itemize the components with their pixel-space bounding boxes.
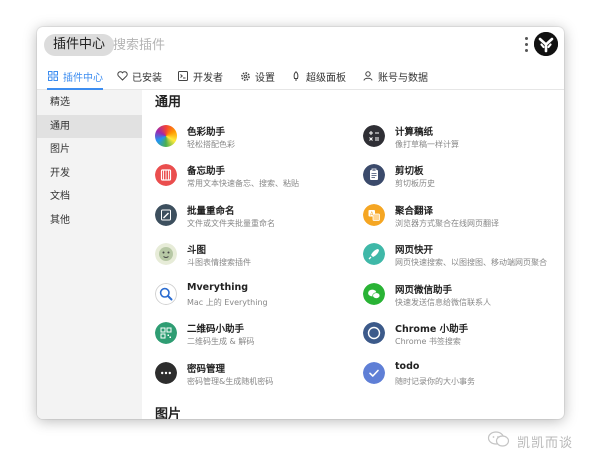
gear-icon: [239, 70, 251, 82]
tab-label: 账号与数据: [378, 72, 428, 84]
plugin-qrcode[interactable]: 二维码小助手 二维码生成 & 解码: [155, 321, 355, 353]
plugin-desc: 网页快速搜索、以图搜图、移动端网页聚合: [395, 258, 547, 267]
search-input[interactable]: [113, 34, 443, 56]
rocket-launch-icon: [363, 243, 385, 265]
tab-developer[interactable]: 开发者: [177, 63, 223, 89]
check-icon: [363, 362, 385, 384]
plugin-desc: 随时记录你的大小事务: [395, 377, 475, 386]
watermark-text: 凯凯而谈: [517, 435, 574, 451]
plugin-title: 批量重命名: [187, 206, 235, 217]
sidebar-item-documents[interactable]: 文档: [37, 185, 142, 209]
plugin-clipboard[interactable]: 剪切板 剪切板历史: [363, 163, 563, 195]
tab-label: 插件中心: [63, 72, 103, 84]
plugin-desc: Chrome 书签搜索: [395, 337, 461, 346]
plugin-title: Chrome 小助手: [395, 324, 469, 335]
plugin-desc: 密码管理&生成随机密码: [187, 377, 274, 386]
tab-super-panel[interactable]: 超级面板: [290, 63, 346, 89]
plugin-password[interactable]: 密码管理 密码管理&生成随机密码: [155, 361, 355, 393]
tab-account[interactable]: 账号与数据: [362, 63, 428, 89]
calculator-icon: [363, 125, 385, 147]
plugin-title: 聚合翻译: [395, 206, 434, 217]
watermark: 凯凯而谈: [487, 430, 587, 452]
more-vertical-icon[interactable]: [525, 37, 529, 53]
plugin-desc: 斗图表情搜索插件: [187, 258, 251, 267]
tab-label: 开发者: [193, 72, 223, 84]
qrcode-icon: [155, 322, 177, 344]
app-window: 插件中心 插件中心 已安装: [37, 27, 564, 419]
plugin-batch-rename[interactable]: 批量重命名 文件或文件夹批量重命名: [155, 203, 355, 235]
heart-icon: [116, 70, 128, 82]
plugin-list: 通用 色彩助手 轻松搭配色彩 计算稿纸 像打草稿一样计算 备忘助手 常用文本快速…: [142, 90, 564, 419]
user-icon: [362, 70, 374, 82]
sidebar-item-development[interactable]: 开发: [37, 162, 142, 186]
tab-label: 设置: [255, 72, 275, 84]
plugin-desc: 浏览器方式聚合在线网页翻译: [395, 219, 499, 228]
plugin-desc: Mac 上的 Everything: [187, 298, 268, 307]
wechat-icon: [363, 283, 385, 305]
plugin-title: 网页微信助手: [395, 285, 453, 296]
nav-tabs: 插件中心 已安装 开发者 设置 超级面板 账号与数据: [37, 63, 564, 90]
tab-label: 已安装: [132, 72, 162, 84]
plugin-desc: 文件或文件夹批量重命名: [187, 219, 275, 228]
plugin-title: 计算稿纸: [395, 127, 434, 138]
magnifier-icon: [155, 283, 177, 305]
grid-icon: [47, 70, 59, 82]
plugin-web-open[interactable]: 网页快开 网页快速搜索、以图搜图、移动端网页聚合: [363, 242, 563, 274]
password-icon: [155, 362, 177, 384]
plugin-title: 剪切板: [395, 166, 424, 177]
plugin-mverything[interactable]: Mverything Mac 上的 Everything: [155, 282, 355, 314]
chrome-ring-icon: [363, 322, 385, 344]
plugin-meme[interactable]: 斗图 斗图表情搜索插件: [155, 242, 355, 274]
plugin-memo[interactable]: 备忘助手 常用文本快速备忘、搜索、粘贴: [155, 163, 355, 195]
plugin-center-tag[interactable]: 插件中心: [44, 34, 115, 56]
plugin-chrome[interactable]: Chrome 小助手 Chrome 书签搜索: [363, 321, 563, 353]
plugin-title: 斗图: [187, 245, 207, 256]
plugin-translate[interactable]: A 聚合翻译 浏览器方式聚合在线网页翻译: [363, 203, 563, 235]
meme-icon: [155, 243, 177, 265]
plugin-desc: 常用文本快速备忘、搜索、粘贴: [187, 179, 299, 188]
plugin-title: 色彩助手: [187, 127, 226, 138]
plugin-calculator[interactable]: 计算稿纸 像打草稿一样计算: [363, 124, 563, 156]
translate-icon: A: [363, 204, 385, 226]
sidebar-item-images[interactable]: 图片: [37, 138, 142, 162]
svg-text:A: A: [370, 211, 374, 217]
plugin-title: 网页快开: [395, 245, 434, 256]
tab-settings[interactable]: 设置: [239, 63, 275, 89]
plugin-desc: 二维码生成 & 解码: [187, 337, 255, 346]
wechat-watermark-icon: [487, 430, 511, 452]
terminal-icon: [177, 70, 189, 82]
plugin-title: todo: [395, 361, 420, 372]
tab-installed[interactable]: 已安装: [116, 63, 162, 89]
sidebar-item-other[interactable]: 其他: [37, 209, 142, 233]
search-bar: 插件中心: [37, 27, 564, 61]
plugin-desc: 快速发送信息给微信联系人: [395, 298, 491, 307]
section-title-images: 图片: [155, 407, 182, 419]
tab-label: 超级面板: [306, 72, 346, 84]
plugin-title: 二维码小助手: [187, 324, 245, 335]
plugin-title: Mverything: [187, 282, 249, 293]
rename-icon: [155, 204, 177, 226]
sidebar-item-featured[interactable]: 精选: [37, 91, 142, 115]
plugin-todo[interactable]: todo 随时记录你的大小事务: [363, 361, 563, 393]
tab-plugin-center[interactable]: 插件中心: [47, 63, 103, 90]
plugin-title: 密码管理: [187, 364, 226, 375]
section-title-general: 通用: [155, 95, 182, 110]
plugin-desc: 像打草稿一样计算: [395, 140, 459, 149]
plugin-wechat[interactable]: 网页微信助手 快速发送信息给微信联系人: [363, 282, 563, 314]
category-sidebar: 精选 通用 图片 开发 文档 其他: [37, 90, 142, 419]
memo-icon: [155, 164, 177, 186]
rocket-icon: [290, 70, 302, 82]
plugin-title: 备忘助手: [187, 166, 226, 177]
color-wheel-icon: [155, 125, 177, 147]
plugin-desc: 轻松搭配色彩: [187, 140, 235, 149]
plugin-color-assistant[interactable]: 色彩助手 轻松搭配色彩: [155, 124, 355, 156]
sidebar-item-general[interactable]: 通用: [37, 114, 142, 138]
clipboard-icon: [363, 164, 385, 186]
utools-logo-icon[interactable]: [534, 32, 558, 56]
plugin-desc: 剪切板历史: [395, 179, 435, 188]
